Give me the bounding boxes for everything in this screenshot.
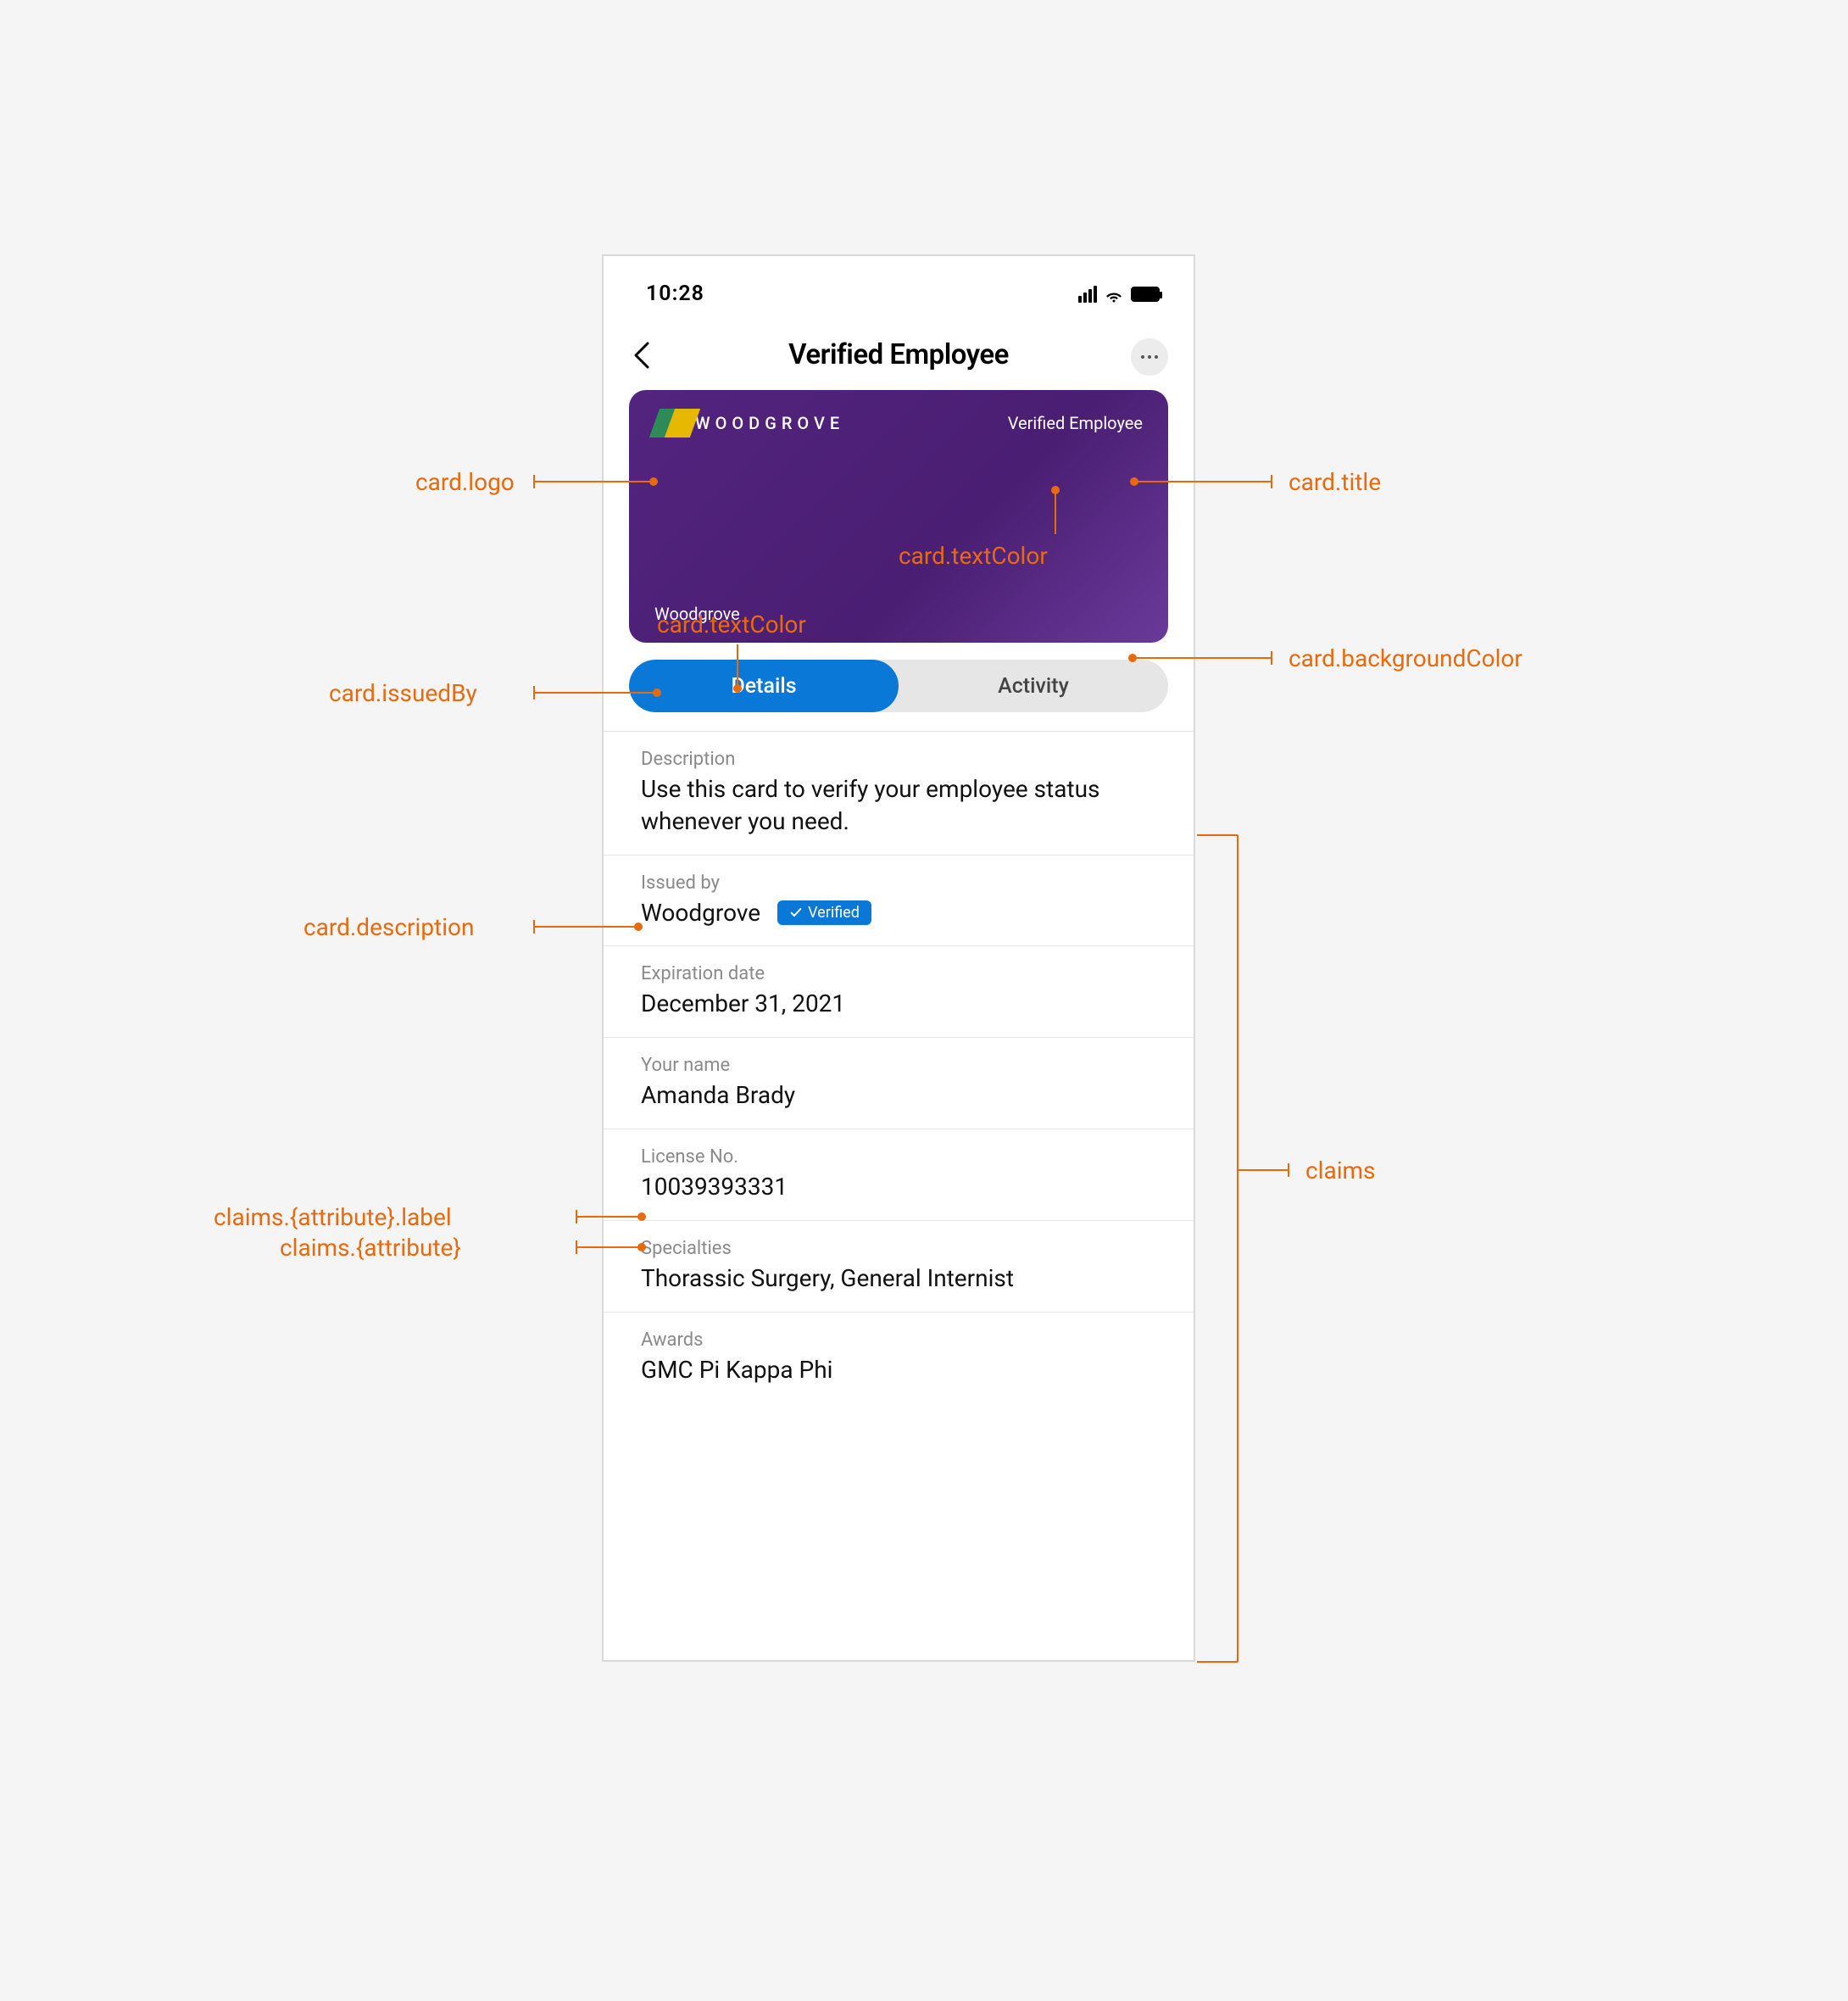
- card-title: Verified Employee: [1008, 413, 1143, 433]
- detail-awards: Awards GMC Pi Kappa Phi: [604, 1313, 1194, 1403]
- specialties-value: Thorassic Surgery, General Internist: [641, 1262, 1156, 1295]
- license-value: 10039393331: [641, 1171, 1156, 1203]
- wifi-icon: [1104, 284, 1124, 304]
- logo-icon: [654, 409, 697, 438]
- card-logo: WOODGROVE: [654, 409, 844, 438]
- issued-by-label: Issued by: [641, 872, 1156, 894]
- annotation-card-bg: card.backgroundColor: [1289, 647, 1522, 671]
- awards-label: Awards: [641, 1329, 1156, 1351]
- detail-issued-by: Issued by Woodgrove Verified: [604, 856, 1194, 947]
- back-button[interactable]: [632, 341, 651, 373]
- annotation-card-issuedby: card.issuedBy: [329, 682, 477, 705]
- expiration-label: Expiration date: [641, 963, 1156, 984]
- dot-bg: [1128, 654, 1137, 662]
- dot-logo: [649, 477, 658, 486]
- tab-details[interactable]: Details: [629, 660, 899, 712]
- detail-specialties: Specialties Thorassic Surgery, General I…: [604, 1221, 1194, 1313]
- name-value: Amanda Brady: [641, 1079, 1156, 1112]
- specialties-label: Specialties: [641, 1238, 1156, 1259]
- cellular-icon: [1078, 286, 1097, 303]
- annotation-card-description: card.description: [303, 916, 474, 939]
- segmented-control: Details Activity: [629, 660, 1168, 712]
- nav-bar: Verified Employee: [604, 323, 1194, 390]
- dot-claim-value: [637, 1243, 646, 1251]
- annotation-card-textcolor-2: card.textColor: [657, 613, 806, 637]
- dot-issuedby: [653, 688, 661, 697]
- dot-title: [1130, 477, 1138, 486]
- annotation-card-textcolor-1: card.textColor: [899, 544, 1048, 568]
- details-list: Description Use this card to verify your…: [604, 731, 1194, 1402]
- card-logo-text: WOODGROVE: [695, 413, 844, 433]
- page-title: Verified Employee: [788, 338, 1009, 371]
- status-bar: 10:28: [604, 256, 1194, 323]
- credential-card: WOODGROVE Verified Employee Woodgrove: [629, 390, 1168, 643]
- status-time: 10:28: [646, 281, 704, 306]
- license-label: License No.: [641, 1146, 1156, 1168]
- phone-frame: 10:28 Verified Employee WOODGROVE: [602, 254, 1195, 1662]
- more-button[interactable]: [1131, 338, 1168, 376]
- dot-textcolor-2: [733, 684, 742, 693]
- annotation-claim-value: claims.{attribute}: [280, 1236, 461, 1260]
- verified-badge-label: Verified: [808, 904, 860, 922]
- tab-activity[interactable]: Activity: [899, 660, 1168, 712]
- battery-icon: [1131, 287, 1160, 302]
- detail-description: Description Use this card to verify your…: [604, 732, 1194, 856]
- check-icon: [789, 906, 803, 919]
- detail-expiration: Expiration date December 31, 2021: [604, 946, 1194, 1038]
- dot-claim-label: [637, 1212, 646, 1221]
- detail-license: License No. 10039393331: [604, 1129, 1194, 1221]
- expiration-value: December 31, 2021: [641, 988, 1156, 1020]
- detail-name: Your name Amanda Brady: [604, 1038, 1194, 1129]
- issued-by-value: Woodgrove: [641, 897, 760, 929]
- dot-description: [634, 922, 643, 931]
- annotation-card-title: card.title: [1289, 471, 1381, 494]
- dot-textcolor-1: [1051, 486, 1060, 494]
- status-icons: [1078, 284, 1160, 304]
- description-label: Description: [641, 749, 1156, 770]
- annotation-claim-label: claims.{attribute}.label: [214, 1206, 452, 1229]
- description-value: Use this card to verify your employee st…: [641, 773, 1156, 838]
- verified-badge: Verified: [777, 900, 871, 925]
- name-label: Your name: [641, 1055, 1156, 1076]
- annotation-claims: claims: [1305, 1159, 1376, 1183]
- awards-value: GMC Pi Kappa Phi: [641, 1354, 1156, 1386]
- annotation-card-logo: card.logo: [415, 471, 515, 494]
